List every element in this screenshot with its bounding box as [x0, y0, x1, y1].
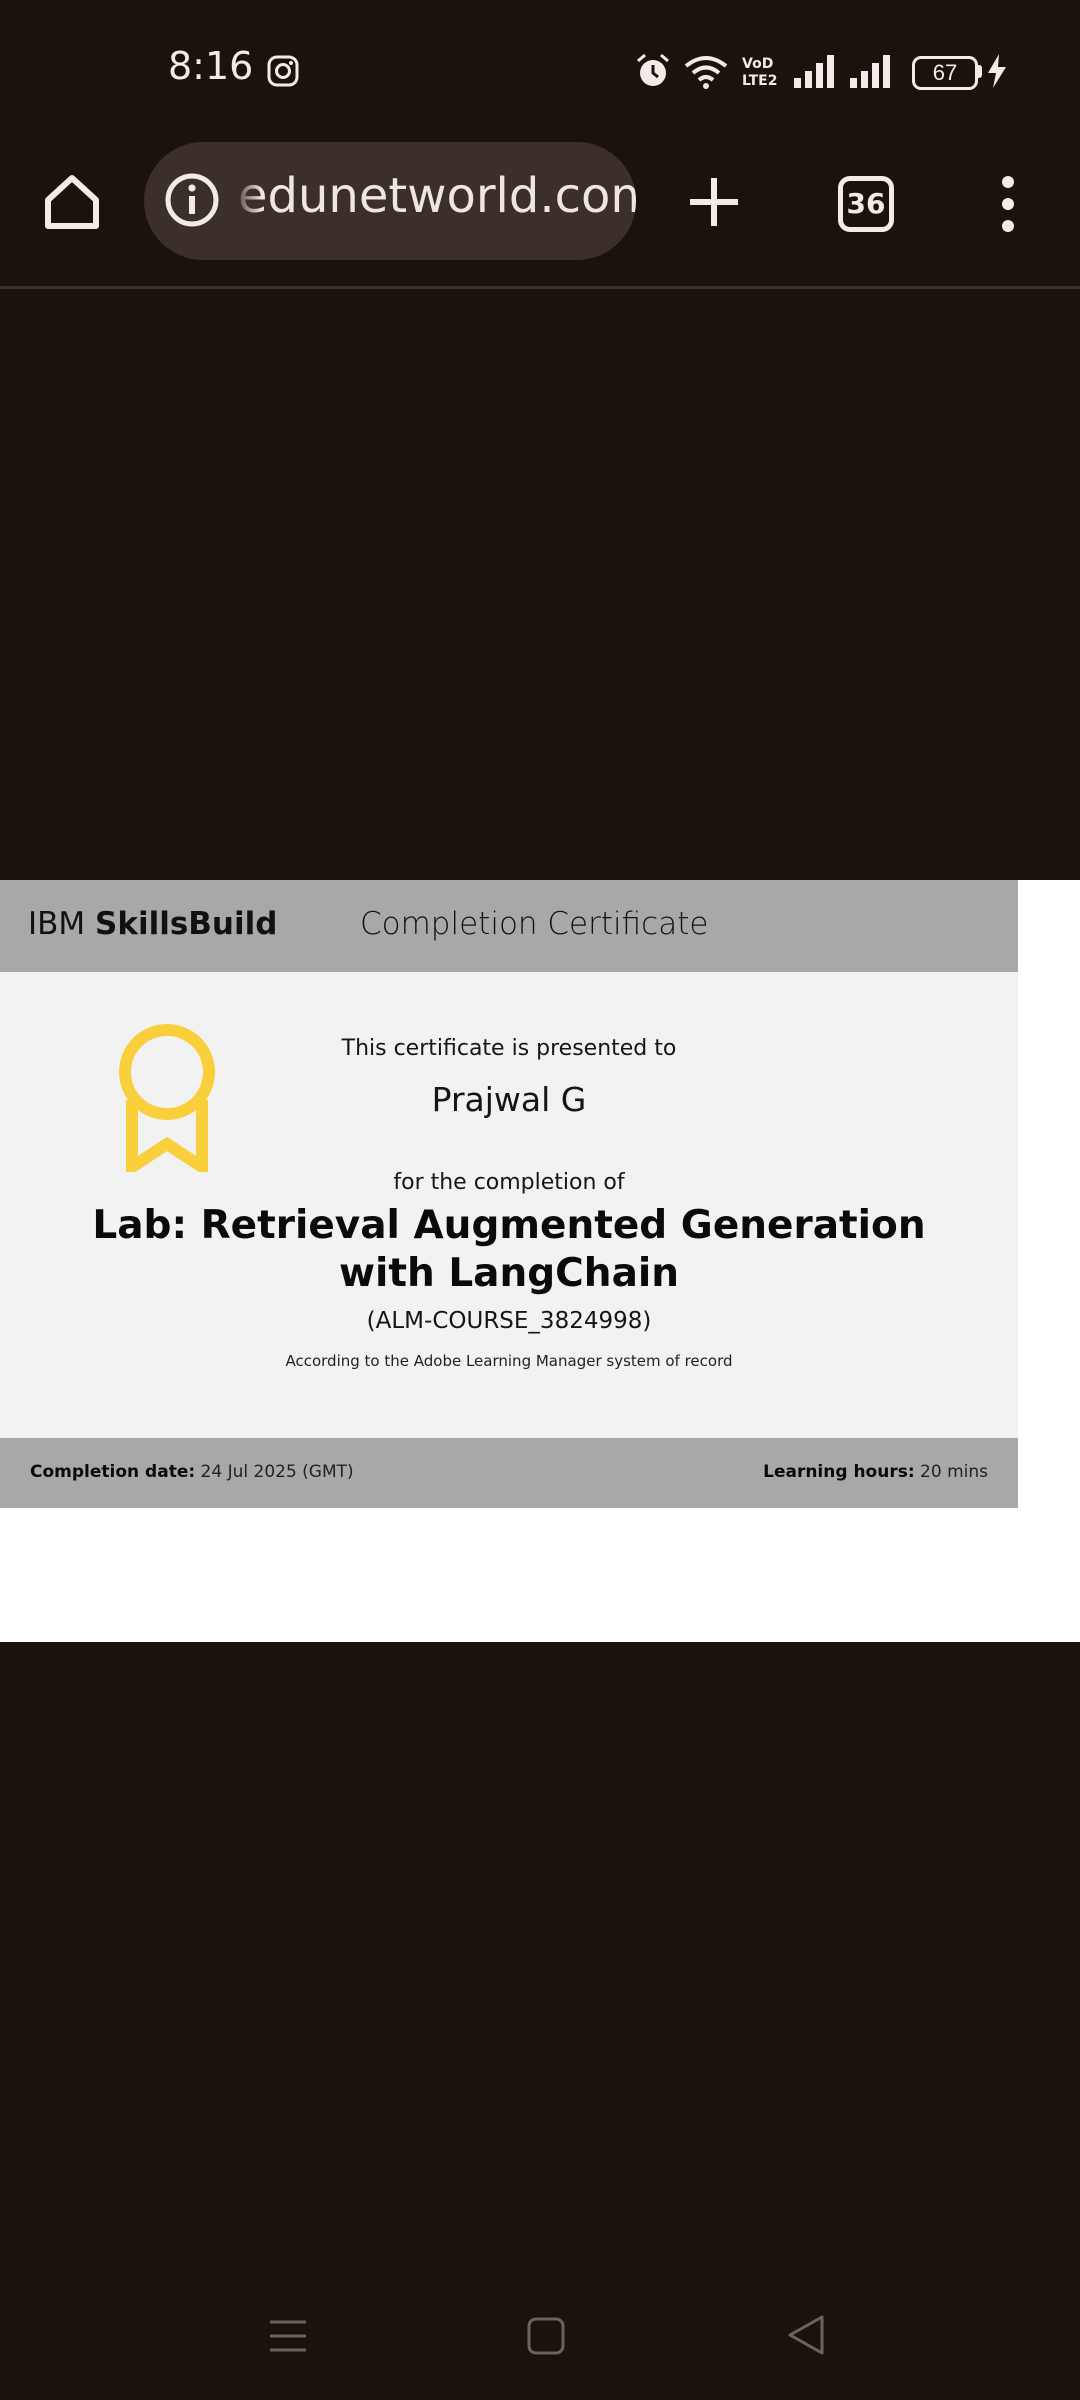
- signal-icon: [850, 55, 890, 88]
- alarm-icon: [637, 53, 669, 86]
- status-icons: VoD LTE2 67: [634, 48, 1014, 94]
- status-time: 8:16: [168, 44, 254, 88]
- certificate-footer: Completion date: 24 Jul 2025 (GMT) Learn…: [0, 1438, 1018, 1508]
- menu-icon[interactable]: [268, 2316, 308, 2356]
- volte-icon: VoD LTE2: [742, 56, 777, 88]
- toolbar-divider: [0, 286, 1080, 289]
- home-icon[interactable]: [40, 170, 104, 234]
- back-triangle-icon[interactable]: [786, 2314, 826, 2356]
- svg-text:LTE2: LTE2: [742, 73, 777, 88]
- completion-date-label: Completion date:: [30, 1462, 196, 1482]
- status-bar: 8:16 VoD LTE2 67: [0, 0, 1080, 140]
- completion-date-value: 24 Jul 2025 (GMT): [195, 1462, 354, 1482]
- charging-icon: [988, 54, 1006, 88]
- browser-toolbar: edunetworld.com 36: [0, 140, 1080, 286]
- brand-logo: IBM SkillsBuild: [28, 906, 277, 942]
- url-text[interactable]: edunetworld.com: [238, 168, 636, 224]
- wifi-icon: [684, 56, 728, 89]
- brand-prefix: IBM: [28, 906, 96, 942]
- url-fade: [232, 152, 262, 252]
- address-bar[interactable]: edunetworld.com: [144, 142, 636, 260]
- learning-hours-label: Learning hours:: [763, 1462, 915, 1482]
- instagram-icon: [267, 55, 299, 87]
- plus-icon[interactable]: [686, 174, 742, 230]
- tabs-button[interactable]: 36: [838, 176, 894, 232]
- record-note: According to the Adobe Learning Manager …: [285, 1352, 733, 1370]
- certificate: IBM SkillsBuild Completion Certificate T…: [0, 880, 1018, 1508]
- svg-text:VoD: VoD: [742, 56, 773, 72]
- certificate-title: Completion Certificate: [360, 906, 709, 942]
- battery-icon: 67: [912, 56, 978, 90]
- home-square-icon[interactable]: [526, 2316, 566, 2356]
- info-icon[interactable]: [164, 172, 220, 228]
- for-completion-text: for the completion of: [393, 1170, 625, 1195]
- certificate-header: IBM SkillsBuild Completion Certificate: [0, 880, 1018, 972]
- course-title: Lab: Retrieval Augmented Generation with…: [0, 1202, 1018, 1298]
- course-code: (ALM-COURSE_3824998): [366, 1308, 652, 1334]
- more-vert-icon[interactable]: [994, 174, 1022, 234]
- system-nav-bar: [0, 2290, 1080, 2380]
- presented-to-text: This certificate is presented to: [341, 1036, 677, 1061]
- recipient-name: Prajwal G: [431, 1080, 587, 1119]
- course-title-text: Lab: Retrieval Augmented Generation with…: [92, 1203, 926, 1296]
- signal-icon: [794, 55, 834, 88]
- battery-tip: [977, 65, 982, 78]
- learning-hours: Learning hours: 20 mins: [763, 1462, 988, 1482]
- learning-hours-value: 20 mins: [914, 1462, 988, 1482]
- completion-date: Completion date: 24 Jul 2025 (GMT): [30, 1462, 354, 1482]
- brand-name: SkillsBuild: [95, 906, 278, 942]
